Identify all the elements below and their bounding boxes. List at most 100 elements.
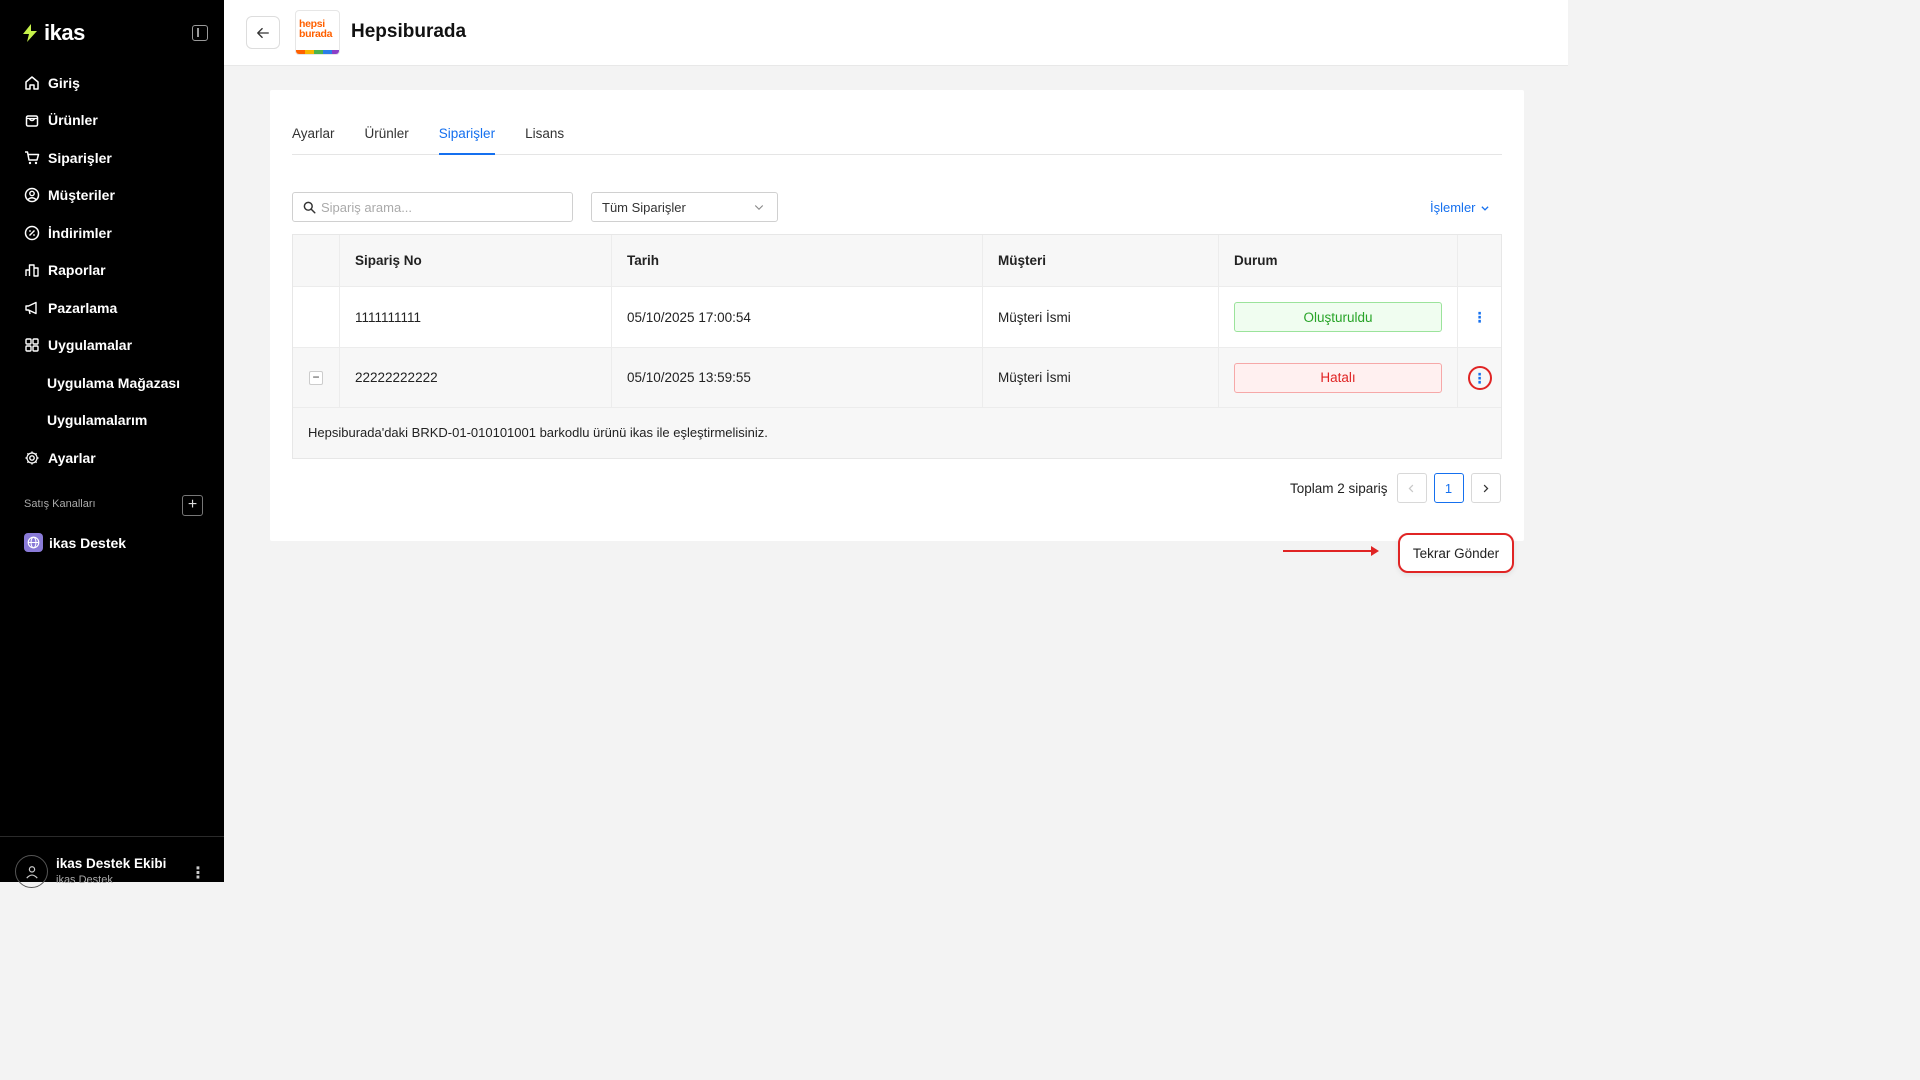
search-input[interactable]: [321, 199, 561, 215]
sidebar-item-label: Raporlar: [48, 262, 106, 279]
sidebar-collapse-icon[interactable]: [192, 25, 208, 41]
tab-lisans[interactable]: Lisans: [525, 126, 564, 154]
brand-stripe: [296, 50, 339, 54]
tab-ayarlar[interactable]: Ayarlar: [292, 126, 335, 154]
status-badge: Oluşturuldu: [1234, 302, 1442, 332]
sidebar-item-siparisler[interactable]: Siparişler: [0, 139, 224, 177]
home-icon: [25, 76, 39, 90]
header-cell-date: Tarih: [612, 235, 983, 286]
tab-urunler[interactable]: Ürünler: [365, 126, 409, 154]
sidebar-item-indirimler[interactable]: İndirimler: [0, 214, 224, 252]
customer-cell: Müşteri İsmi: [983, 287, 1219, 347]
sidebar-item-label: Müşteriler: [48, 187, 115, 204]
customer-cell: Müşteri İsmi: [983, 348, 1219, 407]
page-header: hepsi burada Hepsiburada: [224, 0, 1568, 66]
gear-icon: [25, 451, 39, 465]
prev-page-button[interactable]: [1396, 473, 1427, 503]
sales-channels-label: Satış Kanalları: [24, 498, 96, 510]
content-card: Ayarlar Ürünler Siparişler Lisans Tüm Si…: [270, 90, 1524, 573]
sidebar-item-label: Uygulamalarım: [47, 412, 148, 429]
tab-bar: Ayarlar Ürünler Siparişler Lisans: [292, 126, 1502, 155]
plus-icon: +: [187, 496, 198, 513]
sidebar-item-musteriler[interactable]: Müşteriler: [0, 177, 224, 215]
header-cell-actions: [1458, 235, 1501, 286]
table-header-row: Sipariş No Tarih Müşteri Durum: [293, 235, 1501, 287]
sidebar-item-label: Uygulamalar: [48, 337, 133, 354]
collapse-row-button[interactable]: −: [309, 370, 323, 385]
order-no-cell: 1111111111: [340, 287, 612, 347]
table-row: − 22222222222 05/10/2025 13:59:55 Müşter…: [293, 348, 1501, 408]
error-detail-row: Hepsiburada'daki BRKD-01-010101001 barko…: [293, 408, 1501, 458]
avatar: [15, 855, 48, 888]
sidebar-item-uygulamalarim[interactable]: Uygulamalarım: [0, 402, 224, 440]
search-box: [292, 192, 573, 222]
add-channel-button[interactable]: +: [182, 495, 203, 516]
date-cell: 05/10/2025 13:59:55: [612, 348, 983, 407]
sidebar-item-label: Pazarlama: [48, 299, 118, 316]
cart-icon: [25, 151, 40, 164]
channel-item-ikas-destek[interactable]: ikas Destek: [24, 533, 126, 552]
chevron-down-icon: [754, 205, 764, 211]
hepsiburada-logo: hepsi burada: [295, 10, 340, 55]
sidebar-item-label: Uygulama Mağazası: [47, 374, 181, 391]
sidebar-item-label: Siparişler: [48, 149, 112, 166]
order-no-cell: 22222222222: [340, 348, 612, 407]
bag-icon: [25, 115, 39, 127]
header-cell-order-no: Sipariş No: [340, 235, 612, 286]
pagination-total: Toplam 2 sipariş: [1290, 480, 1388, 496]
orders-table: Sipariş No Tarih Müşteri Durum 111111111…: [292, 234, 1514, 573]
bolt-icon: [23, 24, 37, 42]
logo-text: ikas: [44, 20, 85, 45]
next-page-button[interactable]: [1470, 473, 1501, 503]
more-vertical-icon: ⋮: [1472, 369, 1487, 386]
search-icon: [303, 201, 316, 214]
user-store: ikas Destek: [56, 874, 113, 886]
table-row: 1111111111 05/10/2025 17:00:54 Müşteri İ…: [293, 287, 1501, 348]
chevron-right-icon: [1483, 484, 1489, 492]
sidebar-nav: Giriş Ürünler Siparişler Müşteriler İndi…: [0, 64, 224, 477]
sidebar-item-urunler[interactable]: Ürünler: [0, 102, 224, 140]
row-expand-cell: [293, 287, 340, 347]
back-button[interactable]: [246, 16, 280, 49]
sidebar-item-ayarlar[interactable]: Ayarlar: [0, 439, 224, 477]
row-actions-cell: ⋮: [1458, 348, 1501, 407]
user-circle-icon: [24, 188, 40, 203]
ikas-logo[interactable]: ikas: [20, 20, 85, 46]
row-actions-button[interactable]: ⋮: [1467, 365, 1492, 390]
user-profile[interactable]: ikas Destek Ekibi ikas Destek ⋮: [0, 836, 224, 888]
filter-value: Tüm Siparişler: [602, 199, 686, 215]
page-button[interactable]: 1: [1433, 473, 1464, 503]
sidebar-item-uygulama-magazasi[interactable]: Uygulama Mağazası: [0, 364, 224, 402]
date-cell: 05/10/2025 17:00:54: [612, 287, 983, 347]
more-vertical-icon[interactable]: ⋮: [1473, 310, 1487, 324]
status-cell: Hatalı: [1219, 348, 1458, 407]
order-filter-select[interactable]: Tüm Siparişler: [591, 192, 778, 222]
arrow-right-icon: [1283, 546, 1379, 556]
pagination: Toplam 2 sipariş 1: [1290, 473, 1501, 503]
megaphone-icon: [25, 301, 37, 314]
page-title: Hepsiburada: [351, 21, 467, 42]
error-message: Hepsiburada'daki BRKD-01-010101001 barko…: [308, 425, 768, 440]
channel-label: ikas Destek: [49, 534, 127, 551]
sidebar-item-label: Ürünler: [48, 112, 98, 129]
actions-dropdown[interactable]: İşlemler: [1430, 200, 1490, 215]
row-actions-cell: ⋮: [1458, 287, 1501, 347]
resend-menu-item[interactable]: Tekrar Gönder: [1398, 533, 1514, 573]
grid-icon: [25, 338, 39, 352]
globe-icon: [24, 533, 43, 552]
user-name: ikas Destek Ekibi: [56, 856, 167, 871]
actions-label: İşlemler: [1430, 200, 1476, 215]
sidebar-item-giris[interactable]: Giriş: [0, 64, 224, 102]
sidebar-item-pazarlama[interactable]: Pazarlama: [0, 289, 224, 327]
sidebar-item-uygulamalar[interactable]: Uygulamalar: [0, 327, 224, 365]
chevron-down-icon: [1480, 205, 1489, 211]
chevron-left-icon: [1408, 484, 1414, 492]
discount-icon: [24, 225, 40, 240]
more-vertical-icon[interactable]: ⋮: [190, 863, 206, 883]
sidebar-item-raporlar[interactable]: Raporlar: [0, 252, 224, 290]
header-cell-expand: [293, 235, 340, 286]
sidebar: ikas Giriş Ürünler Siparişler Müşteriler…: [0, 0, 224, 888]
tab-siparisler[interactable]: Siparişler: [438, 126, 496, 155]
row-expand-cell: −: [293, 348, 340, 407]
header-cell-status: Durum: [1219, 235, 1458, 286]
